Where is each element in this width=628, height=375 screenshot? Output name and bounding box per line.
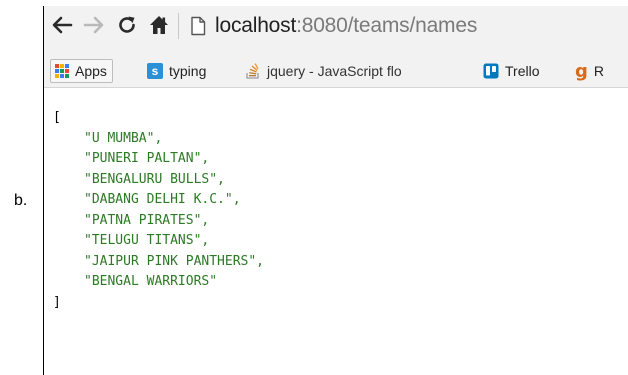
bookmark-label: R — [593, 63, 605, 79]
g-favicon-icon: g — [575, 60, 588, 82]
home-icon — [148, 14, 170, 36]
browser-window: localhost:8080/teams/names Apps s typing — [43, 6, 628, 375]
json-close-bracket: ] — [53, 294, 61, 310]
back-button[interactable] — [48, 12, 76, 38]
item-label: b. — [14, 192, 28, 209]
url-host: localhost — [215, 14, 297, 37]
url-text[interactable]: localhost:8080/teams/names — [215, 14, 477, 38]
json-string: "TELUGU TITANS", — [84, 233, 210, 248]
json-open-bracket: [ — [53, 110, 61, 125]
bookmark-label: Trello — [505, 63, 540, 79]
bookmark-label: Apps — [75, 63, 107, 79]
screenshot-page: b. localhost:8080/teams/names Apps s typ… — [0, 0, 628, 375]
stack-overflow-icon — [245, 63, 261, 79]
bookmark-jquery[interactable]: jquery - JavaScript flo — [245, 59, 402, 83]
json-string: "DABANG DELHI K.C.", — [84, 192, 241, 207]
page-content: [ "U MUMBA", "PUNERI PALTAN", "BENGALURU… — [44, 88, 628, 375]
reload-button[interactable] — [113, 12, 141, 38]
url-path: :8080/teams/names — [296, 14, 478, 37]
json-string: "PATNA PIRATES", — [84, 212, 210, 228]
address-divider — [178, 13, 179, 39]
s-favicon-icon: s — [147, 63, 163, 79]
home-button[interactable] — [145, 12, 173, 38]
browser-toolbar: localhost:8080/teams/names — [44, 6, 628, 56]
back-arrow-icon — [51, 15, 73, 35]
json-string: "BENGAL WARRIORS" — [84, 274, 218, 289]
json-string: "PUNERI PALTAN", — [84, 151, 210, 166]
json-output: [ "U MUMBA", "PUNERI PALTAN", "BENGALURU… — [53, 108, 264, 313]
json-string: "BENGALURU BULLS", — [84, 171, 225, 187]
bookmark-apps[interactable]: Apps — [50, 59, 113, 83]
forward-button[interactable] — [80, 12, 108, 38]
trello-icon — [483, 63, 499, 79]
json-string: "JAIPUR PINK PANTHERS", — [84, 253, 265, 269]
page-icon — [189, 16, 207, 36]
address-bar[interactable]: localhost:8080/teams/names — [178, 9, 628, 43]
bookmark-label: typing — [169, 63, 207, 79]
reload-icon — [116, 14, 138, 36]
bookmark-label: jquery - JavaScript flo — [267, 63, 402, 79]
bookmarks-bar: Apps s typing jquery - JavaScript flo Tr… — [44, 56, 628, 88]
bookmark-typing[interactable]: s typing — [147, 59, 206, 83]
json-string: "U MUMBA", — [84, 130, 163, 146]
forward-arrow-icon — [83, 15, 105, 35]
bookmark-g[interactable]: g R — [575, 59, 604, 83]
apps-grid-icon — [55, 64, 69, 78]
bookmark-trello[interactable]: Trello — [483, 59, 540, 83]
